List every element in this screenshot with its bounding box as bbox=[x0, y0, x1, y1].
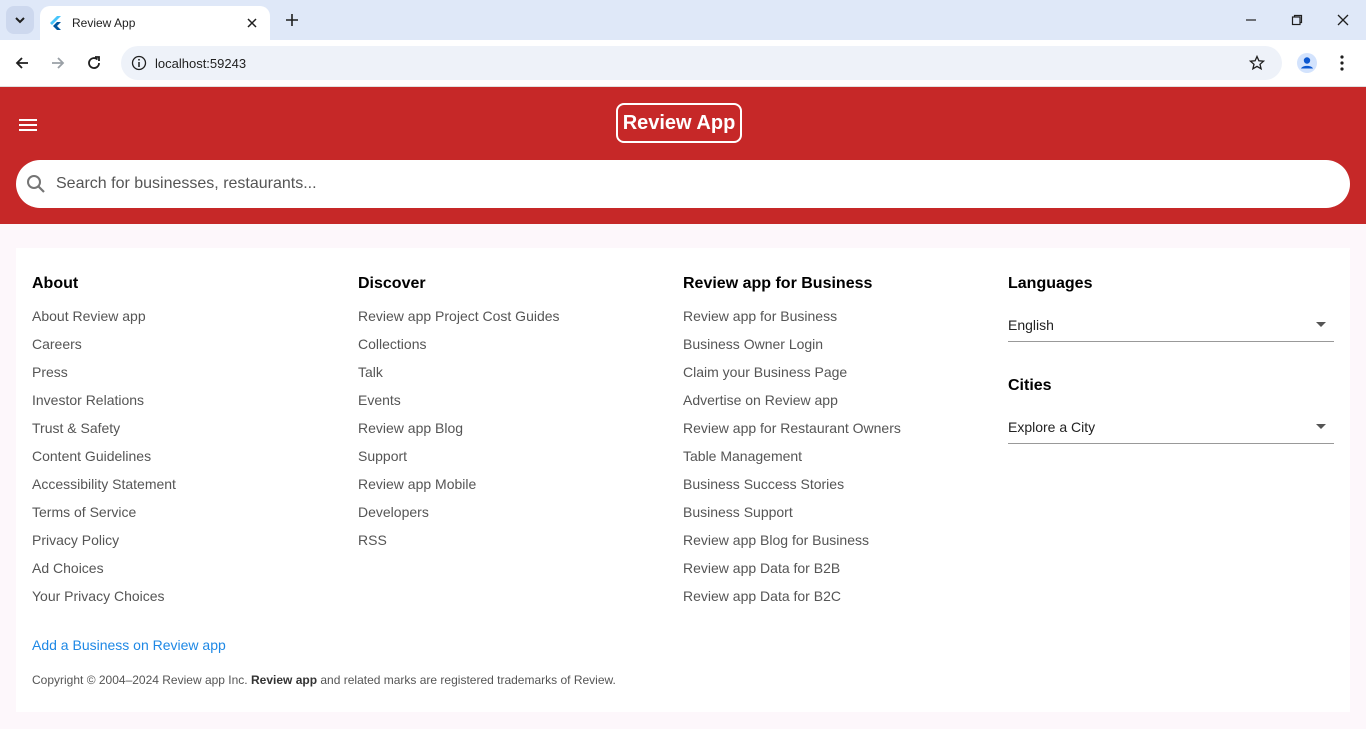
footer-link[interactable]: Review app Data for B2B bbox=[683, 560, 901, 588]
footer-link[interactable]: Your Privacy Choices bbox=[32, 588, 176, 616]
hamburger-menu-icon[interactable] bbox=[16, 113, 40, 137]
tab-title: Review App bbox=[72, 16, 136, 30]
footer-link[interactable]: Events bbox=[358, 392, 560, 420]
discover-column: Discover Review app Project Cost Guides … bbox=[358, 275, 560, 560]
footer-link[interactable]: Talk bbox=[358, 364, 560, 392]
omnibox[interactable]: localhost:59243 bbox=[121, 46, 1282, 80]
footer-link[interactable]: Careers bbox=[32, 336, 176, 364]
search-bar[interactable] bbox=[16, 160, 1350, 208]
languages-column: Languages English Cities Explore a City bbox=[1008, 275, 1334, 444]
forward-icon[interactable] bbox=[45, 50, 71, 76]
footer-link[interactable]: Business Owner Login bbox=[683, 336, 901, 364]
profile-avatar-icon[interactable] bbox=[1294, 50, 1320, 76]
footer-link[interactable]: Advertise on Review app bbox=[683, 392, 901, 420]
footer-link[interactable]: Business Success Stories bbox=[683, 476, 901, 504]
cities-heading: Cities bbox=[1008, 377, 1052, 394]
info-icon bbox=[131, 55, 147, 71]
address-bar: localhost:59243 bbox=[0, 40, 1366, 87]
footer-link[interactable]: Content Guidelines bbox=[32, 448, 176, 476]
app-logo[interactable]: Review App bbox=[616, 103, 742, 143]
footer-link[interactable]: Claim your Business Page bbox=[683, 364, 901, 392]
close-window-icon[interactable] bbox=[1329, 6, 1357, 34]
new-tab-icon[interactable] bbox=[280, 8, 304, 32]
about-column: About About Review app Careers Press Inv… bbox=[32, 275, 176, 616]
more-menu-icon[interactable] bbox=[1329, 50, 1355, 76]
copyright-brand: Review app bbox=[251, 673, 318, 687]
footer-link[interactable]: Ad Choices bbox=[32, 560, 176, 588]
copyright-prefix: Copyright © 2004–2024 Review app Inc. bbox=[32, 673, 248, 687]
footer-link[interactable]: Review app Mobile bbox=[358, 476, 560, 504]
languages-heading: Languages bbox=[1008, 275, 1093, 292]
footer-link[interactable]: Terms of Service bbox=[32, 504, 176, 532]
city-dropdown[interactable]: Explore a City bbox=[1008, 410, 1334, 444]
add-business-link[interactable]: Add a Business on Review app bbox=[32, 637, 226, 653]
back-icon[interactable] bbox=[9, 50, 35, 76]
browser-tab-bar: Review App bbox=[0, 0, 1366, 40]
business-column: Review app for Business Review app for B… bbox=[683, 275, 901, 616]
url-text: localhost:59243 bbox=[155, 55, 247, 71]
restore-icon[interactable] bbox=[1283, 6, 1311, 34]
search-icon bbox=[27, 175, 45, 193]
footer-link[interactable]: Developers bbox=[358, 504, 560, 532]
footer-link[interactable]: Press bbox=[32, 364, 176, 392]
reload-icon[interactable] bbox=[81, 50, 107, 76]
footer-link[interactable]: Collections bbox=[358, 336, 560, 364]
footer-link[interactable]: Review app for Restaurant Owners bbox=[683, 420, 901, 448]
minimize-icon[interactable] bbox=[1237, 6, 1265, 34]
footer-link[interactable]: Business Support bbox=[683, 504, 901, 532]
tab-search-button[interactable] bbox=[6, 6, 34, 34]
browser-tab[interactable]: Review App bbox=[40, 6, 270, 40]
footer: About About Review app Careers Press Inv… bbox=[16, 248, 1350, 712]
copyright-suffix: and related marks are registered tradema… bbox=[320, 673, 616, 687]
footer-link[interactable]: Review app Blog bbox=[358, 420, 560, 448]
close-tab-icon[interactable] bbox=[244, 15, 260, 31]
language-value: English bbox=[1008, 316, 1054, 333]
dropdown-arrow-icon bbox=[1316, 424, 1326, 429]
about-heading: About bbox=[32, 275, 79, 292]
footer-link[interactable]: About Review app bbox=[32, 308, 176, 336]
footer-link[interactable]: Privacy Policy bbox=[32, 532, 176, 560]
footer-link[interactable]: Review app Blog for Business bbox=[683, 532, 901, 560]
footer-link[interactable]: Accessibility Statement bbox=[32, 476, 176, 504]
footer-link[interactable]: RSS bbox=[358, 532, 560, 560]
star-icon[interactable] bbox=[1249, 55, 1265, 71]
city-value: Explore a City bbox=[1008, 418, 1096, 435]
footer-link[interactable]: Review app Data for B2C bbox=[683, 588, 901, 616]
language-dropdown[interactable]: English bbox=[1008, 308, 1334, 342]
copyright-text: Copyright © 2004–2024 Review app Inc. Re… bbox=[32, 673, 616, 687]
app-header: Review App bbox=[0, 87, 1366, 224]
dropdown-arrow-icon bbox=[1316, 322, 1326, 327]
footer-link[interactable]: Review app Project Cost Guides bbox=[358, 308, 560, 336]
search-input[interactable] bbox=[56, 175, 1256, 193]
chevron-down-icon bbox=[15, 17, 25, 24]
flutter-icon bbox=[50, 16, 61, 30]
footer-link[interactable]: Table Management bbox=[683, 448, 901, 476]
footer-link[interactable]: Investor Relations bbox=[32, 392, 176, 420]
business-heading: Review app for Business bbox=[683, 275, 873, 292]
discover-heading: Discover bbox=[358, 275, 426, 292]
footer-link[interactable]: Review app for Business bbox=[683, 308, 901, 336]
footer-link[interactable]: Trust & Safety bbox=[32, 420, 176, 448]
footer-link[interactable]: Support bbox=[358, 448, 560, 476]
